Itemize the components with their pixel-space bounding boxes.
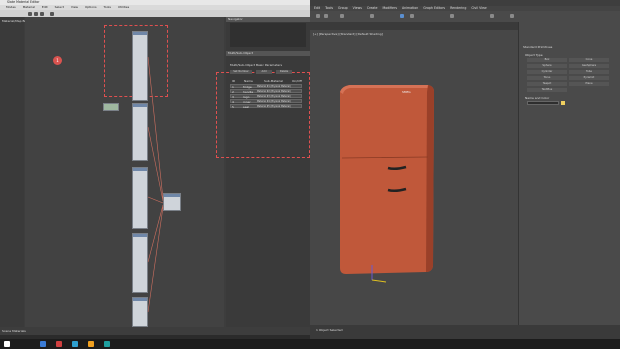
col-name[interactable]: Name xyxy=(244,79,253,83)
render-setup-icon[interactable] xyxy=(490,14,494,18)
delete-button[interactable]: Delete xyxy=(276,70,292,74)
submat-row[interactable]: 4 inner Material #4 (Physical Material) xyxy=(230,99,302,104)
taskbar xyxy=(0,339,620,349)
fridge-logo: SMEG xyxy=(402,90,411,94)
row-name[interactable]: seal xyxy=(243,105,249,109)
folder-icon[interactable] xyxy=(88,341,94,347)
cmd-title[interactable]: Standard Primitives xyxy=(523,45,552,49)
color-swatch[interactable] xyxy=(561,101,565,105)
row-mat[interactable]: Material #5 (Physical Material) xyxy=(257,105,291,108)
row-mat[interactable]: Material #2 (Physical Material) xyxy=(257,90,291,93)
delete-icon[interactable] xyxy=(40,11,44,16)
submat-row[interactable]: 2 handle Material #2 (Physical Material) xyxy=(230,89,302,94)
material-map-browser[interactable]: Material/Map Browser Scene Materials xyxy=(0,17,35,333)
add-button[interactable]: Add xyxy=(256,70,272,74)
torus-button[interactable]: Torus xyxy=(527,76,567,80)
max-icon[interactable] xyxy=(104,341,110,347)
snap-icon[interactable] xyxy=(450,14,454,18)
row-id: 5 xyxy=(232,105,234,109)
status-text: 1 Object Selected xyxy=(316,328,343,332)
fridge-model xyxy=(340,85,434,283)
pyramid-button[interactable]: Pyramid xyxy=(569,76,609,80)
box-button[interactable]: Box xyxy=(527,58,567,62)
max-toolbar xyxy=(310,11,620,22)
link-icon[interactable] xyxy=(340,14,344,18)
navigator-header: Navigator xyxy=(226,17,310,22)
geosphere-button[interactable]: GeoSphere xyxy=(569,64,609,68)
status-bar: 1 Object Selected xyxy=(310,325,620,339)
rotate-icon[interactable] xyxy=(410,14,414,18)
scene-materials-label[interactable]: Scene Materials xyxy=(2,329,26,333)
set-number-button[interactable]: Set Number xyxy=(230,70,252,74)
name-color-label: Name and Color xyxy=(525,96,550,100)
col-onoff[interactable]: On/Off xyxy=(292,79,302,83)
params-title: Multi/Sub-Object xyxy=(226,51,310,56)
sme-toolbar xyxy=(0,10,310,17)
layout-icon[interactable] xyxy=(50,11,54,16)
parameter-panel: Navigator Multi/Sub-Object Multi/Sub-Obj… xyxy=(216,17,310,327)
tube-button[interactable]: Tube xyxy=(569,70,609,74)
redo-icon[interactable] xyxy=(324,14,328,18)
col-submaterial[interactable]: Sub-Material xyxy=(264,79,283,83)
plane-button[interactable]: Plane xyxy=(569,82,609,86)
viewport-header xyxy=(310,22,518,30)
row-mat[interactable]: Material #1 (Physical Material) xyxy=(257,85,291,88)
sphere-button[interactable]: Sphere xyxy=(527,64,567,68)
submat-row[interactable]: 3 logo Material #3 (Physical Material) xyxy=(230,94,302,99)
app-icon[interactable] xyxy=(56,341,62,347)
cylinder-button[interactable]: Cylinder xyxy=(527,70,567,74)
object-type-label: Object Type xyxy=(525,53,543,57)
row-mat[interactable]: Material #3 (Physical Material) xyxy=(257,95,291,98)
assign-material-icon[interactable] xyxy=(34,11,38,16)
pick-material-icon[interactable] xyxy=(28,11,32,16)
col-id[interactable]: ID xyxy=(232,79,235,83)
select-icon[interactable] xyxy=(370,14,374,18)
start-icon[interactable] xyxy=(4,341,10,347)
perspective-viewport[interactable]: [+] [Perspective] [Standard] [Default Sh… xyxy=(310,30,518,335)
explorer-icon[interactable] xyxy=(40,341,46,347)
textplus-button[interactable]: TextPlus xyxy=(527,88,567,92)
command-panel: Standard Primitives Object Type Box Cone… xyxy=(518,22,620,335)
submat-row[interactable]: 5 seal Material #5 (Physical Material) xyxy=(230,104,302,109)
undo-icon[interactable] xyxy=(316,14,320,18)
object-name-field[interactable] xyxy=(527,101,559,105)
render-icon[interactable] xyxy=(510,14,514,18)
submat-row[interactable]: 1 fridge Material #1 (Physical Material) xyxy=(230,84,302,89)
edge-icon[interactable] xyxy=(72,341,78,347)
navigator-view[interactable] xyxy=(230,23,306,47)
multisub-label: Multi/Sub-Object Basic Parameters xyxy=(230,63,283,67)
teapot-button[interactable]: Teapot xyxy=(527,82,567,86)
row-mat[interactable]: Material #4 (Physical Material) xyxy=(257,100,291,103)
move-icon[interactable] xyxy=(400,14,404,18)
step-callout: 1 xyxy=(53,56,62,65)
cone-button[interactable]: Cone xyxy=(569,58,609,62)
